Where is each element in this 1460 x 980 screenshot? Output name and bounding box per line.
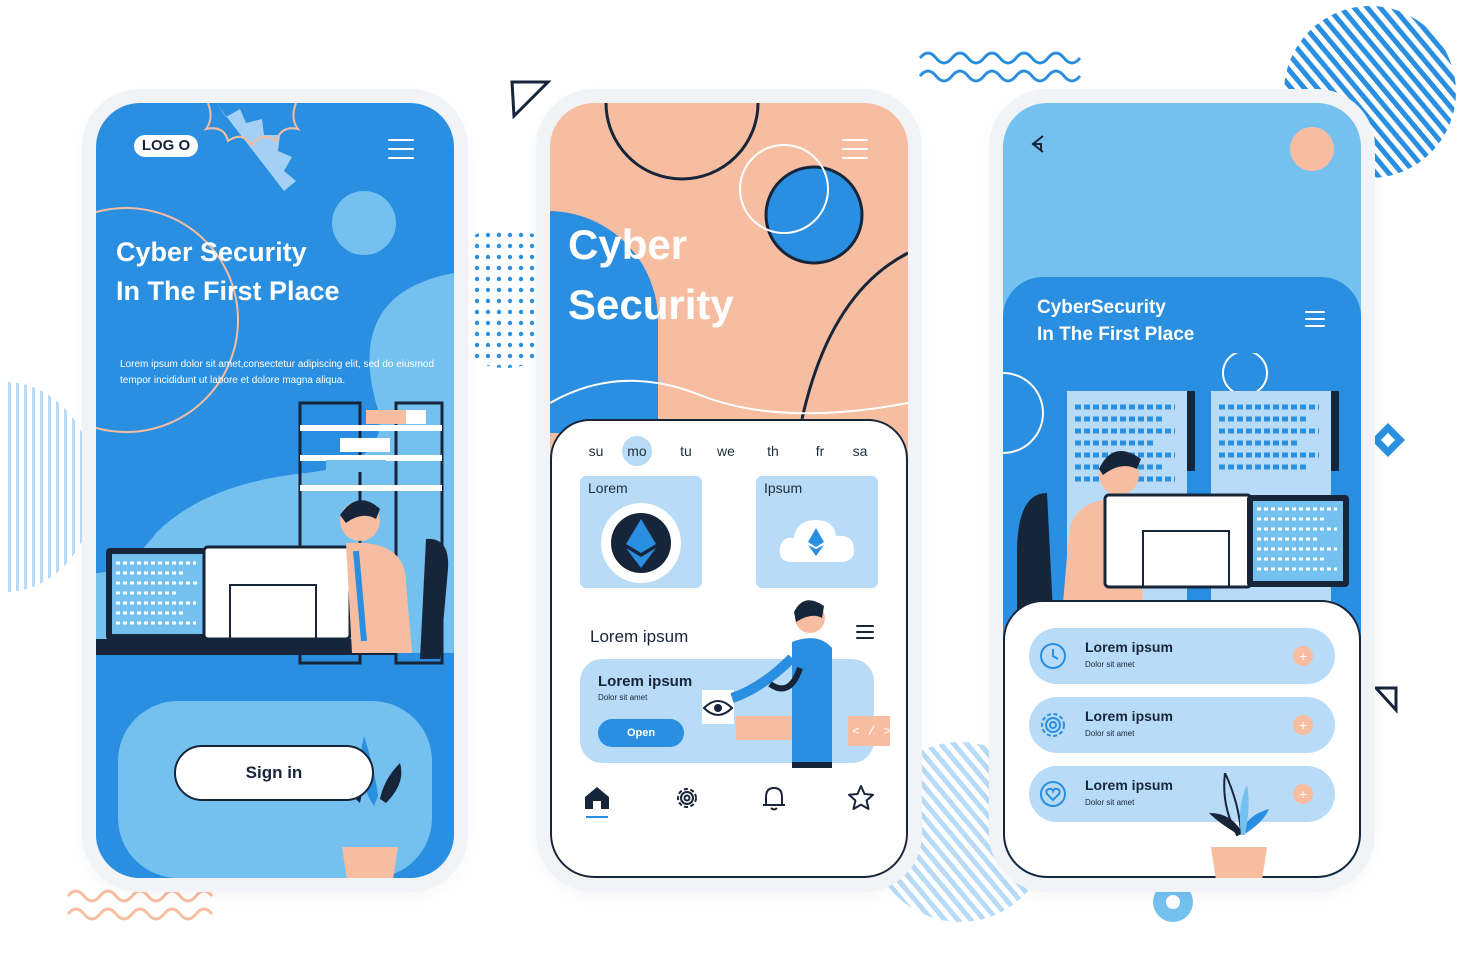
add-button[interactable]: + [1293,715,1313,735]
screen1-title-line2: In The First Place [116,276,340,306]
add-button[interactable]: + [1293,784,1313,804]
plant-illustration [1209,773,1269,878]
day-su[interactable]: su [580,439,612,463]
card-title: Lorem ipsum [598,673,693,690]
list-item-title: Lorem ipsum [1085,777,1173,793]
day-tu[interactable]: tu [670,439,702,463]
tile-label: Lorem [588,480,628,496]
tile-label: Ipsum [764,480,803,496]
gear-icon [1041,713,1065,737]
clock-icon [1040,643,1066,669]
list-item[interactable]: Lorem ipsum Dolor sit amet + [1029,628,1335,684]
day-mo[interactable]: mo [621,439,653,463]
person-illustration: < / > [702,600,891,768]
screen-dashboard: Cyber Security su mo tu we th fr sa Lore… [550,103,908,878]
screen1-title-line1: Cyber Security [116,237,307,267]
logo: LOG O [134,135,198,157]
back-arrow-icon[interactable] [1029,133,1051,155]
avatar[interactable] [1290,127,1334,171]
list-item[interactable]: Lorem ipsum Dolor sit amet + [1029,766,1335,822]
home-icon[interactable] [582,783,612,813]
screen2-title-line1: Cyber [568,221,688,268]
tile-lorem[interactable]: Lorem [580,476,702,588]
home-active-indicator [586,816,608,818]
star-icon[interactable] [846,783,876,813]
hamburger-menu-icon[interactable] [388,139,414,159]
day-sa[interactable]: sa [844,439,876,463]
screen1-body-line2: tempor incididunt ut labore et dolore ma… [120,375,346,386]
cloud-ethereum-icon [779,520,854,562]
sign-in-button[interactable]: Sign in [174,745,374,801]
screen3-title-line1: CyberSecurity [1037,297,1166,318]
screen-sign-in: LOG O Cyber Security In The First Place … [96,103,454,878]
list-item-subtitle: Dolor sit amet [1085,729,1135,738]
settings-icon[interactable] [672,783,702,813]
card-subtitle: Dolor sit amet [598,693,648,702]
list-item-title: Lorem ipsum [1085,639,1173,655]
heart-icon [1040,781,1066,807]
add-button[interactable]: + [1293,646,1313,666]
day-fr[interactable]: fr [804,439,836,463]
screen-list: CyberSecurity In The First Place Lorem i… [1003,103,1361,878]
ethereum-icon [601,503,681,583]
code-tag-text: < / > [852,724,891,739]
hamburger-menu-icon[interactable] [842,139,868,159]
hamburger-menu-icon[interactable] [1305,311,1325,327]
bell-icon[interactable] [759,783,789,813]
list-item-subtitle: Dolor sit amet [1085,660,1135,669]
screen3-illustration [1003,353,1349,613]
day-th[interactable]: th [757,439,789,463]
open-button[interactable]: Open [598,719,684,747]
list-item[interactable]: Lorem ipsum Dolor sit amet + [1029,697,1335,753]
screen2-title-line2: Security [568,281,734,328]
section-title: Lorem ipsum [590,627,689,646]
list-item-subtitle: Dolor sit amet [1085,798,1135,807]
list-item-title: Lorem ipsum [1085,708,1173,724]
screen3-title-line2: In The First Place [1037,324,1195,345]
day-we[interactable]: we [710,439,742,463]
screen1-body-line1: Lorem ipsum dolor sit amet,consectetur a… [120,359,435,370]
tile-ipsum[interactable]: Ipsum [756,476,878,588]
